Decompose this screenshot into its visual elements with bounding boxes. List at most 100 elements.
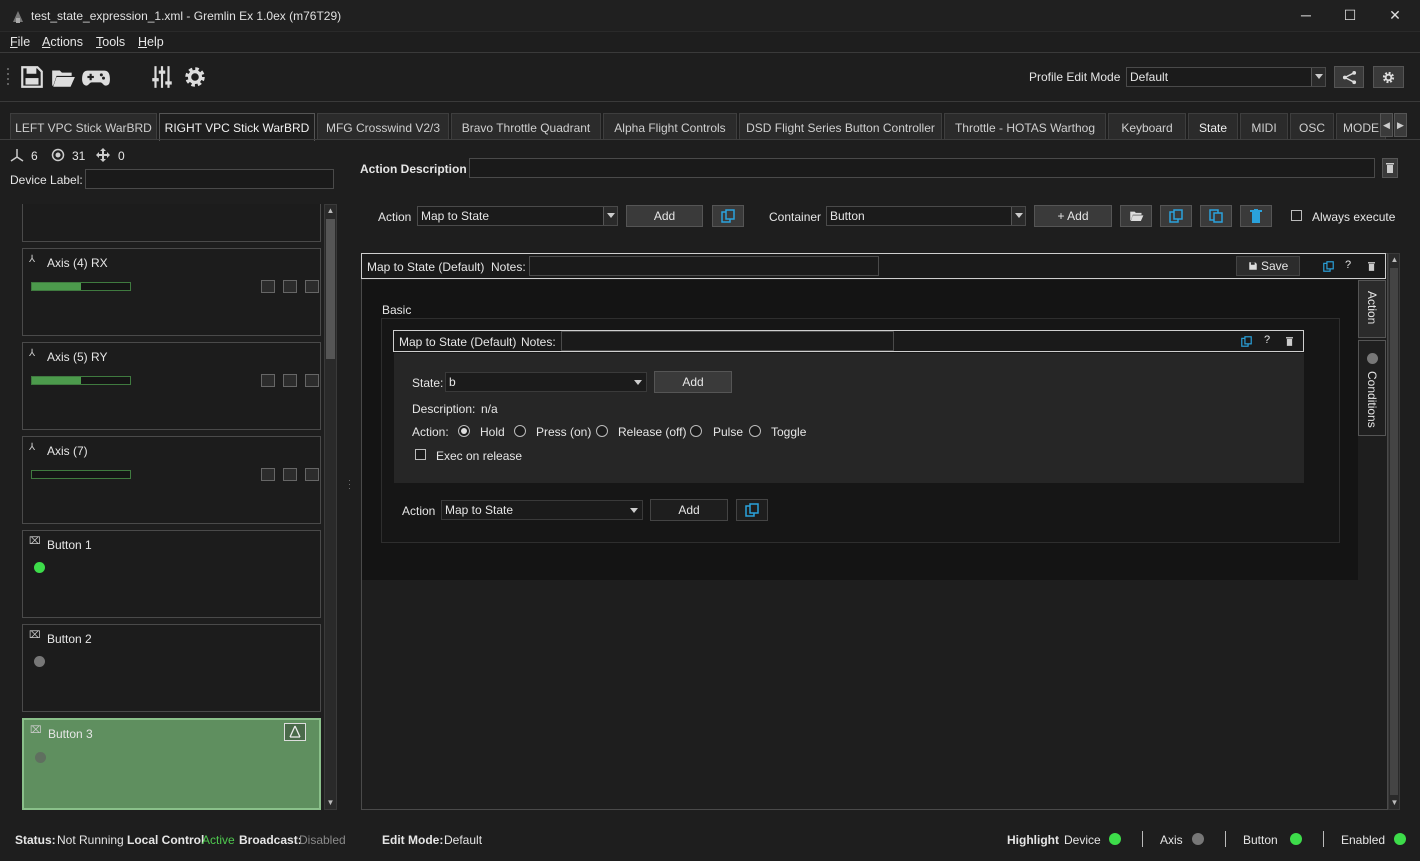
duplicate-icon[interactable] [1323,261,1334,272]
axis-range-button[interactable] [261,374,275,387]
help-icon[interactable]: ? [1264,334,1270,346]
input-list-scrollbar[interactable]: ▲ ▼ [324,204,337,810]
bottom-paste-action-button[interactable] [736,499,768,521]
tab-alpha-flight[interactable]: Alpha Flight Controls [603,113,737,140]
radio-release-off[interactable] [596,425,608,437]
action-notes-input[interactable] [561,331,894,351]
tab-scroll-left-button[interactable]: ◀ [1380,113,1393,137]
open-folder-icon[interactable] [49,64,77,90]
state-select-value: b [449,375,456,389]
action-description-input[interactable] [469,158,1375,178]
axis-curve-button[interactable] [283,374,297,387]
exec-on-release-checkbox[interactable] [415,449,426,460]
highlight-button-toggle[interactable] [1290,833,1302,845]
save-icon[interactable] [18,64,46,90]
container-label: Container [769,210,822,224]
tab-right-vpc[interactable]: RIGHT VPC Stick WarBRD [159,113,315,141]
profile-edit-mode-select[interactable]: Default [1126,67,1326,87]
duplicate-icon[interactable] [1241,336,1252,347]
tab-keyboard[interactable]: Keyboard [1108,113,1186,140]
tab-action[interactable]: Action [1358,280,1386,338]
enabled-toggle[interactable] [1394,833,1406,845]
delete-icon[interactable] [305,280,319,293]
share-button[interactable] [1334,66,1364,88]
tab-left-vpc[interactable]: LEFT VPC Stick WarBRD [10,113,157,140]
open-container-button[interactable] [1120,205,1152,227]
scroll-up-icon[interactable]: ▲ [326,206,335,216]
list-item-axis-4[interactable]: ⅄ Axis (4) RX [22,248,321,336]
tab-conditions-label: Conditions [1365,371,1379,428]
list-item-button-1[interactable]: ⌧ Button 1 [22,530,321,618]
container-notes-input[interactable] [529,256,879,276]
tab-bravo-throttle[interactable]: Bravo Throttle Quadrant [451,113,601,140]
tab-midi[interactable]: MIDI [1240,113,1288,140]
add-state-button[interactable]: Add [654,371,732,393]
list-item[interactable] [22,204,321,242]
tab-dsd-flight[interactable]: DSD Flight Series Button Controller [739,113,942,140]
tab-mode[interactable]: MODE [1336,113,1386,140]
add-action-button[interactable]: Add [626,205,703,227]
list-item-axis-7[interactable]: ⅄ Axis (7) [22,436,321,524]
settings-button[interactable] [1373,66,1404,88]
menu-tools[interactable]: Tools [96,35,125,49]
scroll-thumb[interactable] [326,219,335,359]
copy-container-button[interactable] [1160,205,1192,227]
radio-toggle[interactable] [749,425,761,437]
axis-range-button[interactable] [261,280,275,293]
bottom-action-select[interactable]: Map to State [441,500,643,520]
close-icon[interactable] [1368,262,1375,271]
delete-icon[interactable] [305,468,319,481]
list-item-button-3[interactable]: ⌧ Button 3 [22,718,321,810]
menu-file[interactable]: File [10,35,30,49]
radio-pulse[interactable] [690,425,702,437]
scroll-down-icon[interactable]: ▼ [326,798,335,808]
paste-icon [721,209,735,223]
container-select[interactable]: Button [826,206,1026,226]
tab-osc[interactable]: OSC [1290,113,1334,140]
container-scrollbar[interactable]: ▲ ▼ [1388,253,1400,810]
tab-conditions[interactable]: Conditions [1358,340,1386,436]
list-item-button-2[interactable]: ⌧ Button 2 [22,624,321,712]
axis-range-button[interactable] [261,468,275,481]
always-execute-checkbox[interactable] [1291,210,1302,221]
list-item-axis-5[interactable]: ⅄ Axis (5) RY [22,342,321,430]
add-container-button[interactable]: + Add [1034,205,1112,227]
tab-throttle-warthog[interactable]: Throttle - HOTAS Warthog [944,113,1106,140]
scroll-up-icon[interactable]: ▲ [1390,255,1399,265]
minimize-button[interactable]: ─ [1283,0,1329,32]
gamepad-icon[interactable] [81,64,111,90]
tab-mfg-crosswind[interactable]: MFG Crosswind V2/3 [317,113,449,140]
paste-container-button[interactable] [1200,205,1232,227]
axis-curve-button[interactable] [283,280,297,293]
close-icon[interactable] [1286,337,1293,346]
axis-curve-button[interactable] [283,468,297,481]
help-icon[interactable]: ? [1345,259,1351,271]
state-select[interactable]: b [445,372,647,392]
paste-action-button[interactable] [712,205,744,227]
scroll-thumb[interactable] [1390,268,1398,795]
hat-count: 0 [118,149,125,163]
sliders-icon[interactable] [148,64,176,90]
merge-button[interactable] [284,723,306,741]
delete-container-button[interactable] [1240,205,1272,227]
save-container-button[interactable]: Save [1236,256,1300,276]
radio-press-on[interactable] [514,425,526,437]
highlight-axis-toggle[interactable] [1192,833,1204,845]
menu-help[interactable]: Help [138,35,164,49]
gear-icon[interactable] [181,64,209,90]
bottom-add-action-button[interactable]: Add [650,499,728,521]
splitter-handle[interactable]: · · · [348,476,351,494]
maximize-button[interactable]: ☐ [1327,0,1373,32]
tab-state[interactable]: State [1188,113,1238,140]
close-button[interactable]: ✕ [1372,0,1418,32]
clear-description-button[interactable] [1382,158,1398,178]
delete-icon[interactable] [305,374,319,387]
menu-file-label: ile [17,35,31,49]
menu-actions[interactable]: Actions [42,35,83,49]
highlight-device-toggle[interactable] [1109,833,1121,845]
tab-scroll-right-button[interactable]: ▶ [1394,113,1407,137]
scroll-down-icon[interactable]: ▼ [1390,798,1399,808]
device-label-input[interactable] [85,169,334,189]
radio-hold[interactable] [458,425,470,437]
action-select[interactable]: Map to State [417,206,618,226]
